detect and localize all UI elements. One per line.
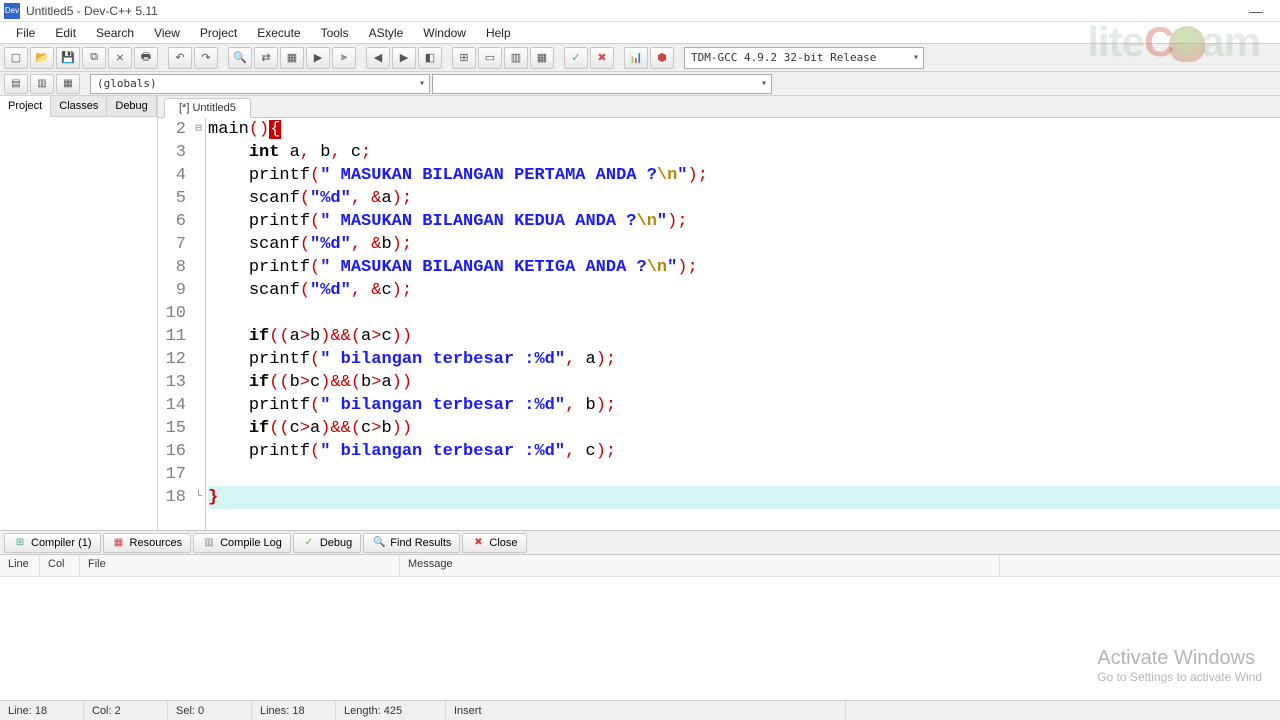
tab-icon: ✖ [471, 536, 485, 550]
editor-tabs: [*] Untitled5 [158, 96, 1280, 118]
forward-button[interactable]: ▶ [392, 47, 416, 69]
tab-label: Resources [130, 537, 183, 549]
save-button[interactable]: 💾 [56, 47, 80, 69]
save-all-button[interactable]: ⧉ [82, 47, 106, 69]
menu-view[interactable]: View [144, 24, 190, 42]
output-tab-compile-log[interactable]: ▥ Compile Log [193, 533, 291, 553]
menu-astyle[interactable]: AStyle [359, 24, 414, 42]
tab-label: Compile Log [220, 537, 282, 549]
window-title: Untitled5 - Dev-C++ 5.11 [26, 4, 1236, 18]
title-bar: Dev Untitled5 - Dev-C++ 5.11 — [0, 0, 1280, 22]
close-button[interactable]: ⨯ [108, 47, 132, 69]
grid3-button[interactable]: ▥ [504, 47, 528, 69]
editor-area: [*] Untitled5 23456789101112131415161718… [158, 96, 1280, 530]
output-tab-close[interactable]: ✖ Close [462, 533, 526, 553]
sidebar-tab-debug[interactable]: Debug [107, 96, 156, 116]
editor-tab[interactable]: [*] Untitled5 [164, 98, 251, 118]
check-button[interactable]: ✓ [564, 47, 588, 69]
menu-file[interactable]: File [6, 24, 45, 42]
code-editor[interactable]: 23456789101112131415161718 ⊟└ main(){ in… [158, 118, 1280, 530]
tab-label: Find Results [390, 537, 451, 549]
print-button[interactable]: 🖶 [134, 47, 158, 69]
grid2-button[interactable]: ▭ [478, 47, 502, 69]
menu-search[interactable]: Search [86, 24, 144, 42]
status-cell-5: Insert [446, 701, 846, 720]
grid1-button[interactable]: ⊞ [452, 47, 476, 69]
project-sidebar: ProjectClassesDebug [0, 96, 158, 530]
sidebar-tab-classes[interactable]: Classes [51, 96, 107, 116]
open-file-button[interactable]: 📂 [30, 47, 54, 69]
status-cell-4: Length: 425 [336, 701, 446, 720]
redo-button[interactable]: ↷ [194, 47, 218, 69]
output-tab-find-results[interactable]: 🔍 Find Results [363, 533, 460, 553]
profile-button[interactable]: 📊 [624, 47, 648, 69]
goto2-button[interactable]: ▥ [30, 74, 54, 94]
goto3-button[interactable]: ▦ [56, 74, 80, 94]
output-tab-compiler-1-[interactable]: ⊞ Compiler (1) [4, 533, 101, 553]
tab-icon: ⊞ [13, 536, 27, 550]
message-pane: LineColFileMessage [0, 554, 1280, 700]
tab-label: Debug [320, 537, 352, 549]
status-cell-1: Col: 2 [84, 701, 168, 720]
minimize-button[interactable]: — [1236, 3, 1276, 19]
scope-select[interactable]: (globals) [90, 74, 430, 94]
member-select[interactable] [432, 74, 772, 94]
compile-run-button[interactable]: ⫸ [332, 47, 356, 69]
tab-label: Compiler (1) [31, 537, 92, 549]
menu-window[interactable]: Window [413, 24, 476, 42]
menu-bar: FileEditSearchViewProjectExecuteToolsASt… [0, 22, 1280, 44]
tab-icon: ▥ [202, 536, 216, 550]
status-cell-2: Sel: 0 [168, 701, 252, 720]
tab-icon: 🔍 [372, 536, 386, 550]
undo-button[interactable]: ↶ [168, 47, 192, 69]
menu-tools[interactable]: Tools [311, 24, 359, 42]
grid4-button[interactable]: ▦ [530, 47, 554, 69]
line-gutter: 23456789101112131415161718 [158, 118, 192, 530]
menu-help[interactable]: Help [476, 24, 521, 42]
goto1-button[interactable]: ▤ [4, 74, 28, 94]
msg-col-line[interactable]: Line [0, 555, 40, 576]
workspace: ProjectClassesDebug [*] Untitled5 234567… [0, 96, 1280, 530]
app-icon: Dev [4, 3, 20, 19]
status-cell-0: Line: 18 [0, 701, 84, 720]
output-tab-debug[interactable]: ✓ Debug [293, 533, 361, 553]
back-button[interactable]: ◀ [366, 47, 390, 69]
new-file-button[interactable]: ▢ [4, 47, 28, 69]
debug-button[interactable]: ⬢ [650, 47, 674, 69]
fold-column[interactable]: ⊟└ [192, 118, 206, 530]
cancel-button2[interactable]: ✖ [590, 47, 614, 69]
status-cell-3: Lines: 18 [252, 701, 336, 720]
menu-execute[interactable]: Execute [247, 24, 310, 42]
tab-label: Close [489, 537, 517, 549]
menu-edit[interactable]: Edit [45, 24, 86, 42]
sidebar-tabs: ProjectClassesDebug [0, 96, 157, 117]
msg-col-message[interactable]: Message [400, 555, 1000, 576]
msg-col-file[interactable]: File [80, 555, 400, 576]
status-bar: Line: 18Col: 2Sel: 0Lines: 18Length: 425… [0, 700, 1280, 720]
run-button[interactable]: ▶ [306, 47, 330, 69]
compile-button[interactable]: ▦ [280, 47, 304, 69]
find-button[interactable]: 🔍 [228, 47, 252, 69]
replace-button[interactable]: ⇄ [254, 47, 278, 69]
menu-project[interactable]: Project [190, 24, 247, 42]
output-tab-resources[interactable]: ▦ Resources [103, 533, 192, 553]
output-tabs: ⊞ Compiler (1) ▦ Resources ▥ Compile Log ✓ Debu… [0, 530, 1280, 554]
bookmark-button[interactable]: ◧ [418, 47, 442, 69]
sidebar-tab-project[interactable]: Project [0, 96, 51, 117]
scope-toolbar: ▤ ▥ ▦ (globals) [0, 72, 1280, 96]
main-toolbar: ▢ 📂 💾 ⧉ ⨯ 🖶 ↶ ↷ 🔍 ⇄ ▦ ▶ ⫸ ◀ ▶ ◧ ⊞ ▭ ▥ ▦ … [0, 44, 1280, 72]
tab-icon: ✓ [302, 536, 316, 550]
msg-col-col[interactable]: Col [40, 555, 80, 576]
compiler-select[interactable]: TDM-GCC 4.9.2 32-bit Release [684, 47, 924, 69]
code-lines[interactable]: main(){ int a, b, c; printf(" MASUKAN BI… [206, 118, 1280, 530]
message-header: LineColFileMessage [0, 555, 1280, 577]
tab-icon: ▦ [112, 536, 126, 550]
